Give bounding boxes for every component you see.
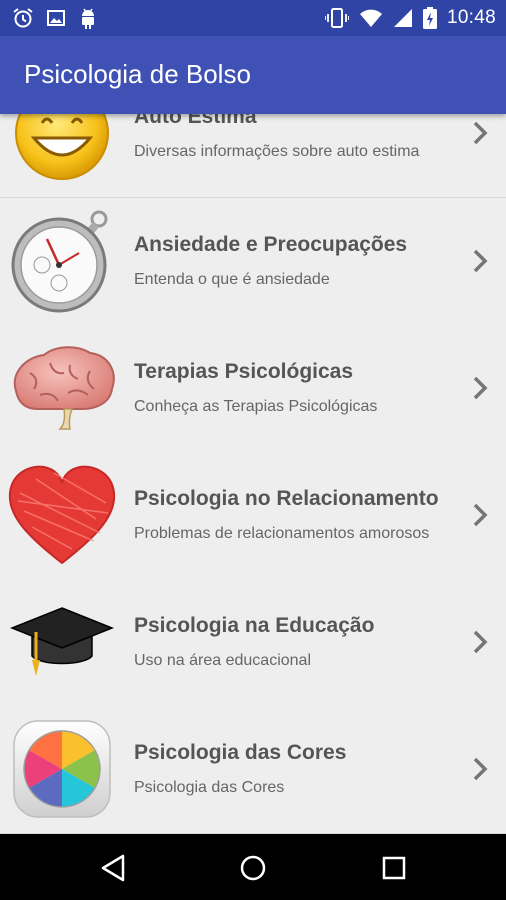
topic-list: Auto Estima Diversas informações sobre a…: [0, 114, 506, 834]
list-item-subtitle: Conheça as Terapias Psicológicas: [134, 398, 378, 415]
chevron-right-icon: [473, 376, 488, 400]
brain-icon: [6, 338, 118, 438]
list-item-ansiedade[interactable]: Ansiedade e Preocupações Entenda o que é…: [0, 198, 506, 326]
chevron-right-icon: [473, 249, 488, 273]
recents-icon[interactable]: [377, 851, 411, 885]
stopwatch-icon: [6, 210, 118, 313]
app-bar: Psicologia de Bolso: [0, 36, 506, 114]
list-item-subtitle: Psicologia das Cores: [134, 779, 285, 796]
chevron-right-icon: [473, 757, 488, 781]
image-icon: [47, 10, 65, 26]
app-title: Psicologia de Bolso: [24, 59, 251, 89]
list-item-title: Psicologia na Educação: [134, 614, 375, 637]
list-item-title: Auto Estima: [134, 114, 257, 128]
chevron-right-icon: [473, 630, 488, 654]
list-item-title: Ansiedade e Preocupações: [134, 233, 408, 256]
chevron-right-icon: [473, 121, 488, 145]
chevron-right-icon: [473, 503, 488, 527]
vibrate-icon: [324, 8, 349, 28]
wifi-icon: [359, 9, 382, 27]
status-time: 10:48: [446, 7, 496, 28]
navigation-bar: [0, 834, 506, 900]
battery-charging-icon: [422, 7, 437, 29]
back-icon[interactable]: [96, 851, 130, 885]
smiley-face-icon: [6, 114, 118, 183]
home-icon[interactable]: [236, 851, 270, 885]
list-item-terapias[interactable]: Terapias Psicológicas Conheça as Terapia…: [0, 325, 506, 453]
list-item-subtitle: Problemas de relacionamentos amorosos: [134, 525, 430, 542]
list-item-cores[interactable]: Psicologia das Cores Psicologia das Core…: [0, 706, 506, 834]
list-item-subtitle: Entenda o que é ansiedade: [134, 271, 330, 288]
list-item-title: Psicologia das Cores: [134, 741, 347, 764]
signal-icon: [393, 9, 412, 27]
graduation-cap-icon: [6, 592, 118, 692]
android-icon: [82, 8, 94, 29]
list-item-subtitle: Diversas informações sobre auto estima: [134, 143, 420, 160]
list-item-relacionamento[interactable]: Psicologia no Relacionamento Problemas d…: [0, 452, 506, 580]
list-item-title: Psicologia no Relacionamento: [134, 487, 439, 510]
list-item-auto-estima[interactable]: Auto Estima Diversas informações sobre a…: [0, 114, 506, 198]
color-wheel-icon: [6, 719, 118, 819]
heart-icon: [6, 465, 118, 565]
list-item-title: Terapias Psicológicas: [134, 360, 354, 383]
alarm-icon: [13, 8, 33, 28]
list-item-educacao[interactable]: Psicologia na Educação Uso na área educa…: [0, 579, 506, 707]
list-item-subtitle: Uso na área educacional: [134, 652, 312, 669]
status-bar: 10:48: [0, 0, 506, 36]
